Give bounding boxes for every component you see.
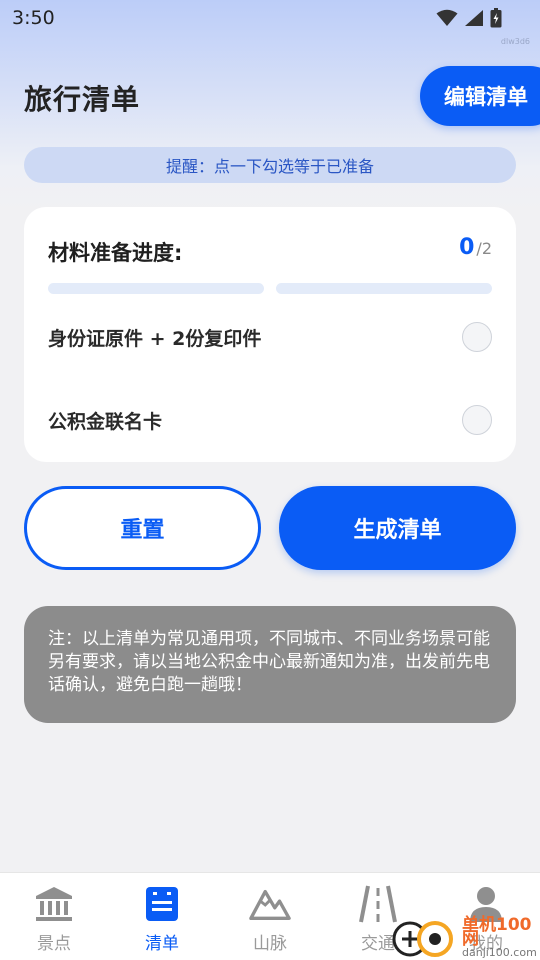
status-icons <box>436 8 502 28</box>
generate-list-button[interactable]: 生成清单 <box>279 486 516 570</box>
edit-list-button[interactable]: 编辑清单 <box>420 66 540 126</box>
mountain-icon <box>249 883 291 925</box>
watermark-bottom: 单机100网 danji100.com <box>390 915 540 960</box>
tab-label: 山脉 <box>253 934 287 954</box>
progress-segment-1 <box>48 283 264 294</box>
tab-label: 清单 <box>145 934 179 954</box>
tab-label: 景点 <box>37 934 71 954</box>
checklist-item[interactable]: 身份证原件 + 2份复印件 <box>24 307 516 367</box>
checklist-card: 材料准备进度: 0 / 2 身份证原件 + 2份复印件 公积金联名卡 <box>24 207 516 462</box>
signal-icon <box>465 10 483 26</box>
note-box: 注：以上清单为常见通用项，不同城市、不同业务场景可能另有要求，请以当地公积金中心… <box>24 606 516 723</box>
status-time: 3:50 <box>12 7 55 29</box>
progress-label: 材料准备进度: <box>48 241 183 265</box>
checkbox[interactable] <box>462 322 492 352</box>
landmark-icon <box>33 883 75 925</box>
tab-mountains[interactable]: 山脉 <box>216 873 324 960</box>
tab-landmarks[interactable]: 景点 <box>0 873 108 960</box>
reset-button[interactable]: 重置 <box>24 486 261 570</box>
watermark-logo-icon <box>390 919 460 959</box>
checklist-item[interactable]: 公积金联名卡 <box>24 390 516 450</box>
watermark-main: 单机100网 <box>462 915 532 949</box>
progress-done-count: 0 <box>459 235 475 260</box>
status-bar: 3:50 <box>0 0 540 36</box>
watermark-text: 单机100网 danji100.com <box>462 915 540 960</box>
battery-icon <box>490 8 502 28</box>
watermark-sub: danji100.com <box>462 946 537 959</box>
wifi-icon <box>436 9 458 26</box>
watermark-top: dlw3d6 <box>500 37 530 46</box>
page-title: 旅行清单 <box>24 83 141 116</box>
tab-checklist[interactable]: 清单 <box>108 873 216 960</box>
checklist-item-label: 身份证原件 + 2份复印件 <box>48 327 262 350</box>
checklist-item-label: 公积金联名卡 <box>48 410 163 433</box>
progress-segment-2 <box>276 283 492 294</box>
reminder-banner: 提醒：点一下勾选等于已准备 <box>24 147 516 183</box>
checkbox[interactable] <box>462 405 492 435</box>
progress-total-count: 2 <box>481 239 492 258</box>
list-icon <box>141 883 183 925</box>
progress-count: 0 / 2 <box>459 235 492 260</box>
